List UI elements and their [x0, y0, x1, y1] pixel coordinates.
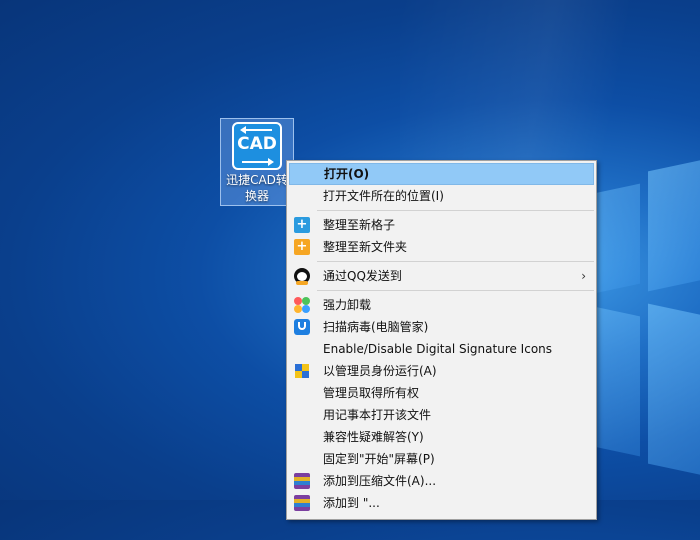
menu-item-label: 打开文件所在的位置(I) [323, 189, 444, 203]
folder-plus-icon: + [294, 239, 310, 255]
desktop-icon-cad-converter[interactable]: CAD 迅捷CAD转换器 [220, 118, 294, 206]
menu-separator [317, 261, 594, 262]
menu-item-12[interactable]: 管理员取得所有权 [289, 382, 594, 404]
arrow-right-icon [242, 158, 274, 166]
qq-penguin-icon [294, 268, 310, 285]
menu-item-16[interactable]: 添加到压缩文件(A)... [289, 470, 594, 492]
menu-item-0[interactable]: 打开(O) [289, 163, 594, 185]
plus-box-icon: + [294, 217, 310, 233]
menu-item-label: 打开(O) [324, 167, 370, 181]
menu-item-1[interactable]: 打开文件所在的位置(I) [289, 185, 594, 207]
menu-item-17[interactable]: 添加到 "... [289, 492, 594, 514]
menu-item-14[interactable]: 兼容性疑难解答(Y) [289, 426, 594, 448]
menu-item-label: 强力卸载 [323, 298, 372, 312]
menu-item-label: 添加到压缩文件(A)... [323, 474, 437, 488]
shield-scan-icon [294, 319, 310, 335]
menu-item-3[interactable]: + 整理至新格子 [289, 214, 594, 236]
menu-item-label: 以管理员身份运行(A) [323, 364, 437, 378]
winrar-icon [294, 495, 310, 511]
menu-item-11[interactable]: 以管理员身份运行(A) [289, 360, 594, 382]
menu-item-label: 通过QQ发送到 [323, 269, 402, 283]
menu-item-15[interactable]: 固定到"开始"屏幕(P) [289, 448, 594, 470]
menu-item-label: 管理员取得所有权 [323, 386, 420, 400]
menu-item-6[interactable]: 通过QQ发送到 › [289, 265, 594, 287]
desktop-icon-label: 迅捷CAD转换器 [226, 173, 288, 203]
cad-app-icon: CAD [232, 122, 282, 170]
menu-item-label: Enable/Disable Digital Signature Icons [323, 342, 553, 356]
menu-item-8[interactable]: 强力卸载 [289, 294, 594, 316]
menu-item-4[interactable]: + 整理至新文件夹 [289, 236, 594, 258]
menu-item-9[interactable]: 扫描病毒(电脑管家) [289, 316, 594, 338]
menu-item-10[interactable]: Enable/Disable Digital Signature Icons [289, 338, 594, 360]
menu-item-label: 添加到 "... [323, 496, 380, 510]
menu-item-label: 整理至新文件夹 [323, 240, 408, 254]
menu-item-label: 固定到"开始"屏幕(P) [323, 452, 435, 466]
menu-item-label: 兼容性疑难解答(Y) [323, 430, 424, 444]
winrar-icon [294, 473, 310, 489]
cad-tile-text: CAD [237, 134, 277, 154]
menu-item-label: 整理至新格子 [323, 218, 396, 232]
menu-separator [317, 290, 594, 291]
menu-separator [317, 210, 594, 211]
context-menu: 打开(O) 打开文件所在的位置(I) + 整理至新格子 + 整理至新文件夹 通过QQ发送到 ›… [286, 160, 597, 520]
uac-shield-icon [294, 363, 310, 379]
menu-item-label: 用记事本打开该文件 [323, 408, 432, 422]
flower-uninstall-icon [294, 297, 310, 313]
arrow-left-icon [240, 126, 272, 134]
chevron-right-icon: › [581, 269, 586, 283]
menu-item-13[interactable]: 用记事本打开该文件 [289, 404, 594, 426]
menu-item-label: 扫描病毒(电脑管家) [323, 320, 429, 334]
